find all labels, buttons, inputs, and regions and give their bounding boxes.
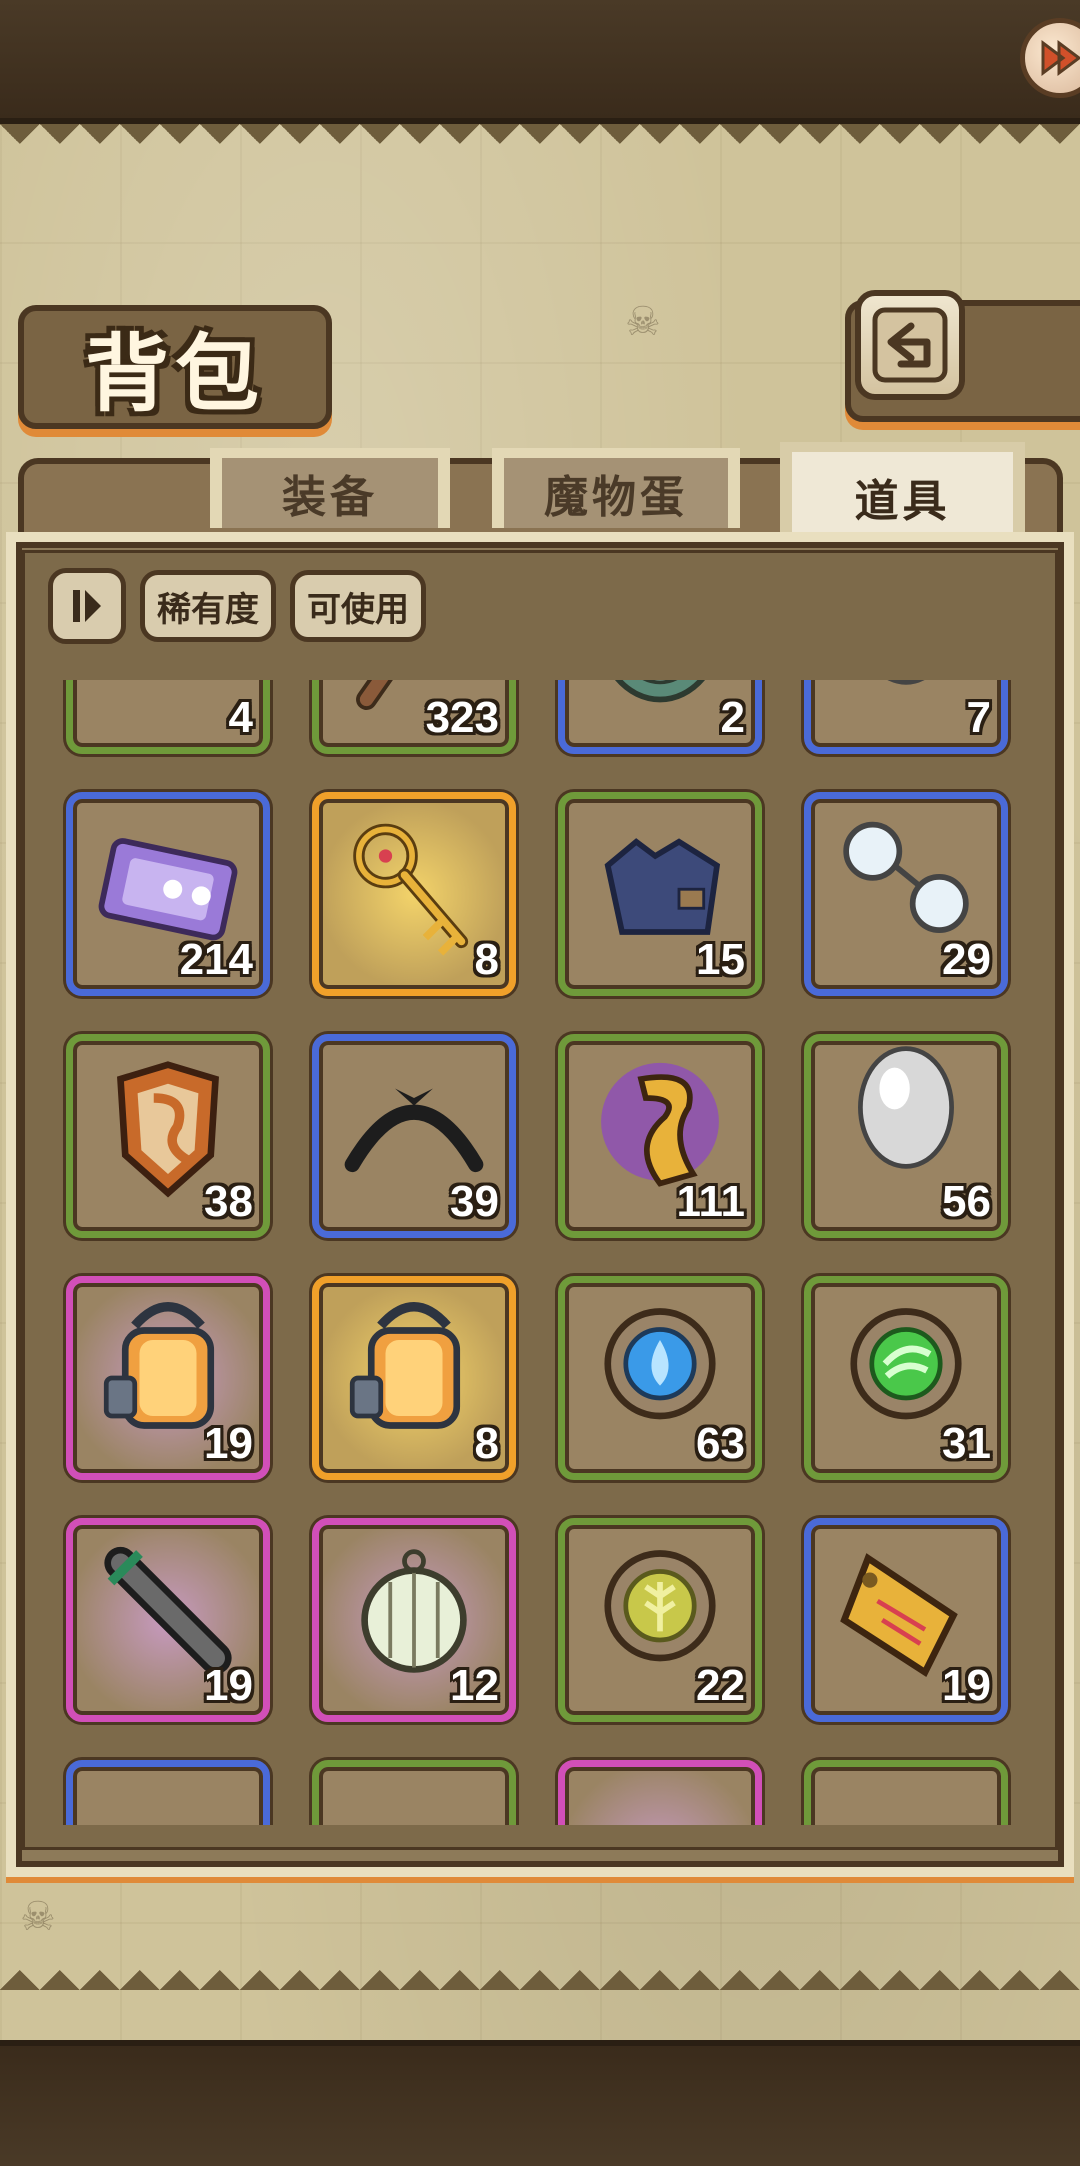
filter-row: 稀有度 可使用 xyxy=(48,568,426,648)
tab-items[interactable]: 道具 xyxy=(780,442,1025,542)
page-title: 背包 xyxy=(84,323,265,423)
tab-equipment[interactable]: 装备 xyxy=(210,448,450,528)
item-count: 8 xyxy=(474,1419,499,1468)
item-count: 2 xyxy=(720,693,745,742)
item-count: 31 xyxy=(942,1419,991,1468)
item-slot-broken-sword[interactable]: 19 xyxy=(66,1518,270,1722)
tab-equipment-label: 装备 xyxy=(282,472,378,523)
item-slot-lamp[interactable]: 12 xyxy=(312,1518,516,1722)
item-count: 12 xyxy=(450,1661,499,1710)
item-slot-bone-tag[interactable]: 19 xyxy=(804,1518,1008,1722)
usable-filter-label: 可使用 xyxy=(307,589,409,630)
item-grid: 4 323 2 7 214 8 15 29 38 39 111 56 19 8 63 31 19 12 22 19 xyxy=(66,680,1008,1825)
item-slot-dragon-shield[interactable]: 38 xyxy=(66,1034,270,1238)
item-slot-partial-2[interactable] xyxy=(312,1760,516,1825)
item-slot-ticket[interactable]: 214 xyxy=(66,792,270,996)
item-slot-rainbow-lantern[interactable]: 8 xyxy=(312,1276,516,1480)
item-slot-golden-key[interactable]: 8 xyxy=(312,792,516,996)
item-slot-cloth[interactable]: 15 xyxy=(558,792,762,996)
zigzag-border-bottom xyxy=(0,1930,1080,1990)
top-bar xyxy=(0,0,1080,124)
item-count: 7 xyxy=(966,693,991,742)
item-slot-earth-rune[interactable]: 22 xyxy=(558,1518,762,1722)
tab-items-label: 道具 xyxy=(854,476,951,527)
sort-toggle-button[interactable] xyxy=(48,568,126,644)
tab-monster-eggs[interactable]: 魔物蛋 xyxy=(492,448,740,528)
item-count: 19 xyxy=(204,1419,253,1468)
item-count: 323 xyxy=(425,693,499,742)
item-slot-beans[interactable]: 4 xyxy=(66,680,270,754)
title-plate: 背包 xyxy=(18,305,332,429)
rarity-filter-button[interactable]: 稀有度 xyxy=(140,570,276,642)
item-slot-pickaxe[interactable]: 323 xyxy=(312,680,516,754)
item-count: 19 xyxy=(204,1661,253,1710)
item-slot-red-lantern[interactable]: 19 xyxy=(66,1276,270,1480)
item-slot-wind-rune[interactable]: 31 xyxy=(804,1276,1008,1480)
item-count: 63 xyxy=(696,1419,745,1468)
tab-monster-eggs-label: 魔物蛋 xyxy=(544,472,688,523)
bottom-bar xyxy=(0,2040,1080,2166)
item-slot-glasses[interactable]: 29 xyxy=(804,792,1008,996)
item-count: 214 xyxy=(179,935,253,984)
item-count: 39 xyxy=(450,1177,499,1226)
item-count: 19 xyxy=(942,1661,991,1710)
item-count: 29 xyxy=(942,935,991,984)
item-slot-water-rune[interactable]: 63 xyxy=(558,1276,762,1480)
usable-filter-button[interactable]: 可使用 xyxy=(290,570,426,642)
item-slot-headband[interactable]: 39 xyxy=(312,1034,516,1238)
item-slot-rune-shield[interactable]: 2 xyxy=(558,680,762,754)
item-slot-partial-4[interactable] xyxy=(804,1760,1008,1825)
item-count: 8 xyxy=(474,935,499,984)
item-count: 15 xyxy=(696,935,745,984)
item-slot-silver-egg[interactable]: 7 xyxy=(804,680,1008,754)
zigzag-border-top xyxy=(0,124,1080,184)
item-count: 56 xyxy=(942,1177,991,1226)
item-slot-dragon-emblem[interactable]: 111 xyxy=(558,1034,762,1238)
back-button[interactable] xyxy=(855,290,965,400)
sort-icon xyxy=(73,590,101,622)
item-count: 4 xyxy=(228,693,253,742)
rarity-filter-label: 稀有度 xyxy=(157,589,259,630)
back-arrow-icon xyxy=(872,307,948,383)
item-count: 38 xyxy=(204,1177,253,1226)
item-slot-yellow-egg[interactable]: 56 xyxy=(804,1034,1008,1238)
item-count: 22 xyxy=(696,1661,745,1710)
item-count: 111 xyxy=(676,1177,745,1226)
item-grid-viewport[interactable]: 4 323 2 7 214 8 15 29 38 39 111 56 19 8 63 31 19 12 22 19 xyxy=(40,680,1040,1825)
item-slot-partial-1[interactable] xyxy=(66,1760,270,1825)
item-slot-partial-3[interactable] xyxy=(558,1760,762,1825)
